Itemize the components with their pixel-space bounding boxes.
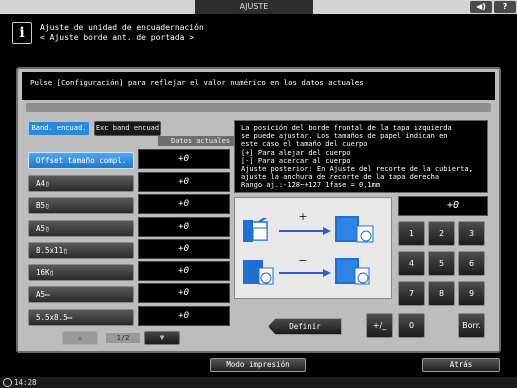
description-line: se puede ajustar. Los tamaños de papel i… <box>241 132 448 141</box>
volume-icon[interactable]: ◀) <box>470 1 492 13</box>
page-up-button[interactable]: ▲ <box>62 331 98 345</box>
page-down-button[interactable]: ▼ <box>144 331 180 345</box>
description-line: Rango aj.:-128~+127 1fase = 0,1mm <box>241 181 381 190</box>
row-8-5x11[interactable]: 8.5x11▯ <box>28 242 134 259</box>
row-offset-full-size[interactable]: Offset tamaño compl. <box>28 152 134 169</box>
row-a5-landscape[interactable]: A5▭ <box>28 286 134 303</box>
row-a4[interactable]: A4▯ <box>28 175 134 192</box>
header-message: i Ajuste de unidad de encuadernación < A… <box>0 14 517 54</box>
row-value: +0 <box>138 194 230 214</box>
status-bar: 14:28 <box>0 377 517 388</box>
row-value: +0 <box>138 149 230 169</box>
back-button[interactable]: Atrás <box>422 358 500 372</box>
instruction-message: Pulse [Configuración] para reflejar el v… <box>22 72 495 100</box>
top-bar: AJUSTE ◀) ? <box>0 0 517 14</box>
key-2[interactable]: 2 <box>428 221 455 246</box>
key-9[interactable]: 9 <box>458 281 485 306</box>
row-value: +0 <box>138 283 230 303</box>
tab-band-encuad[interactable]: Band. encuad. <box>28 121 90 136</box>
tab-exc-band-encuad[interactable]: Exc band encuad <box>94 121 161 136</box>
settings-panel: Pulse [Configuración] para reflejar el v… <box>16 67 501 353</box>
key-8[interactable]: 8 <box>428 281 455 306</box>
define-button[interactable]: Definir <box>268 318 342 335</box>
info-icon: i <box>12 22 32 44</box>
key-1[interactable]: 1 <box>398 221 425 246</box>
description-line: Ajuste posterior: En Ajuste del recorte … <box>241 165 473 174</box>
book-left-plus-icon <box>243 218 268 242</box>
key-3[interactable]: 3 <box>458 221 485 246</box>
row-a5[interactable]: A5▯ <box>28 220 134 237</box>
current-value-display: +0 <box>398 196 488 216</box>
key-0[interactable]: 0 <box>398 313 425 338</box>
key-7[interactable]: 7 <box>398 281 425 306</box>
header-subtitle: < Ajuste borde ant. de portada > <box>40 33 195 42</box>
key-plus-minus[interactable]: +/_ <box>366 313 393 338</box>
description-box: La posición del borde frontal de la tapa… <box>234 120 488 193</box>
description-line: La posición del borde frontal de la tapa… <box>241 124 452 132</box>
row-value: +0 <box>138 172 230 192</box>
print-mode-button[interactable]: Modo impresión <box>210 358 306 372</box>
header-title: Ajuste de unidad de encuadernación <box>40 23 204 32</box>
book-right-minus-icon <box>335 258 370 285</box>
row-value: +0 <box>138 306 230 326</box>
description-line: [+] Para alejar del cuerpo <box>241 148 351 157</box>
description-line: ajuste la anchura de recorte de la tapa … <box>241 173 440 182</box>
minus-sign: − <box>298 254 307 267</box>
row-16k[interactable]: 16K▯ <box>28 264 134 281</box>
clock-time: 14:28 <box>14 378 37 387</box>
current-data-header: Datos actuales <box>158 136 243 146</box>
row-value: +0 <box>138 239 230 259</box>
panel-divider <box>26 103 491 112</box>
help-icon[interactable]: ? <box>494 1 516 13</box>
description-line: este caso el tamaño del cuerpo <box>241 140 368 149</box>
row-b5[interactable]: B5▯ <box>28 197 134 214</box>
key-5[interactable]: 5 <box>428 251 455 276</box>
adjustment-diagram: + − <box>234 197 392 299</box>
row-5-5x8-5[interactable]: 5.5x8.5▭ <box>28 309 134 326</box>
page-indicator: 1/2 <box>106 333 140 343</box>
key-4[interactable]: 4 <box>398 251 425 276</box>
book-cover-illustration: + − <box>243 210 374 285</box>
key-6[interactable]: 6 <box>458 251 485 276</box>
book-right-plus-icon <box>335 216 374 243</box>
row-value: +0 <box>138 261 230 281</box>
book-left-minus-icon <box>243 260 274 285</box>
screen-title: AJUSTE <box>195 0 313 14</box>
row-value: +0 <box>138 217 230 237</box>
clock-icon <box>3 378 12 387</box>
key-clear[interactable]: Borr. <box>458 313 485 338</box>
plus-sign: + <box>298 210 307 223</box>
description-line: [-] Para acercar al cuerpo <box>241 156 351 165</box>
